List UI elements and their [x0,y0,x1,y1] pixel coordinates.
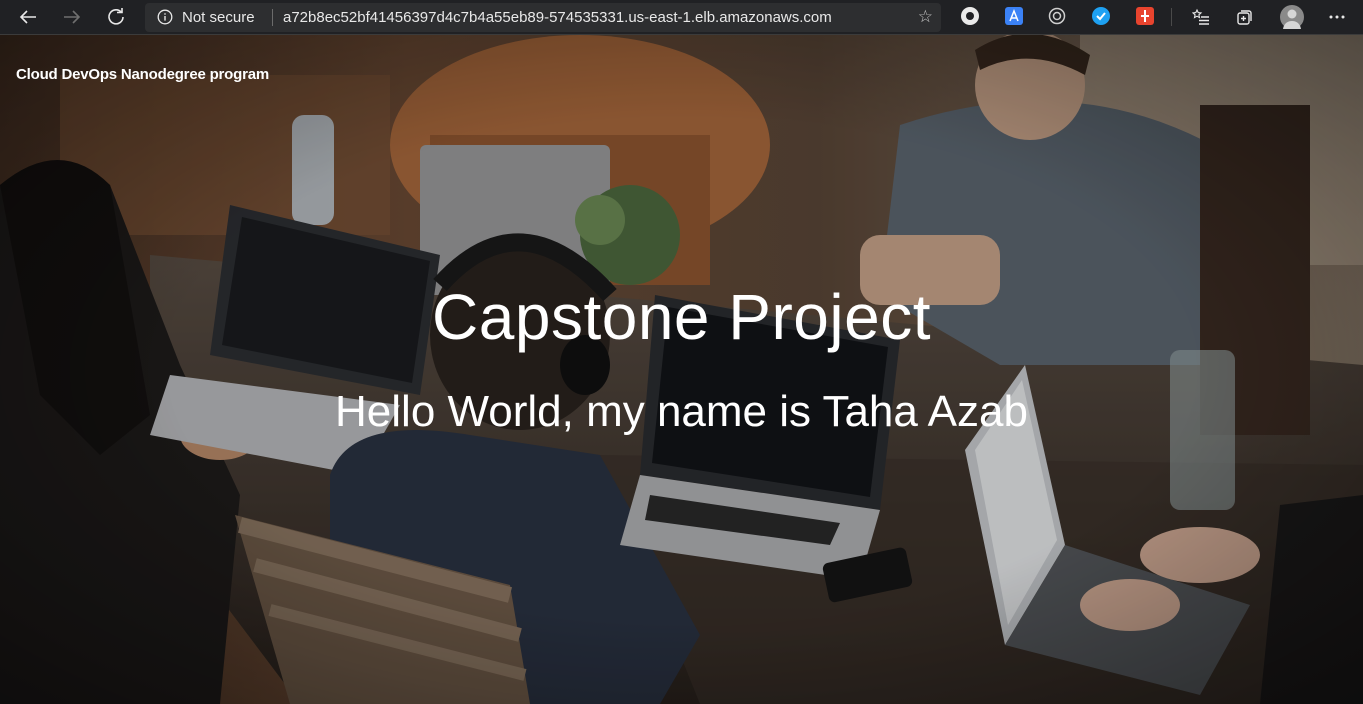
collections-icon[interactable] [1231,3,1259,31]
page-subtitle: Hello World, my name is Taha Azab [335,387,1028,436]
star-icon[interactable]: ☆ [918,7,933,27]
favorites-list-icon[interactable] [1187,3,1215,31]
address-divider [272,9,273,26]
forward-arrow-icon[interactable] [58,3,86,31]
url-text[interactable]: a72b8ec52bf41456397d4c7b4a55eb89-5745353… [283,9,832,26]
back-arrow-icon[interactable] [14,3,42,31]
browser-toolbar: Not secure a72b8ec52bf41456397d4c7b4a55e… [0,0,1363,35]
page-title: Capstone Project [432,281,931,353]
refresh-icon[interactable] [102,3,130,31]
extension-check-icon[interactable] [1092,7,1110,25]
extension-target-icon[interactable] [1048,7,1066,25]
extension-circle-icon[interactable] [961,7,979,25]
more-menu-icon[interactable] [1323,3,1351,31]
security-status-label[interactable]: Not secure [182,9,255,26]
web-page: Cloud DevOps Nanodegree program Capstone… [0,35,1363,704]
info-icon[interactable] [157,9,173,25]
profile-avatar[interactable] [1280,5,1304,29]
extension-red-icon[interactable] [1136,7,1154,25]
extension-appstore-icon[interactable] [1005,7,1023,25]
browser-window: Not secure a72b8ec52bf41456397d4c7b4a55e… [0,0,1363,704]
hero-dark-overlay [0,35,1363,704]
navbar-brand[interactable]: Cloud DevOps Nanodegree program [16,66,269,83]
toolbar-divider [1171,8,1172,26]
address-bar[interactable]: Not secure a72b8ec52bf41456397d4c7b4a55e… [145,3,941,32]
